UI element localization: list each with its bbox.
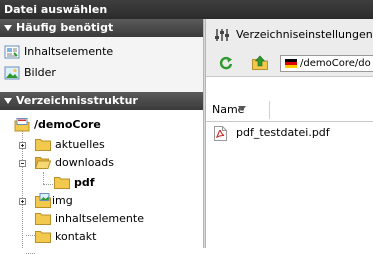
column-header-name[interactable]: Name bbox=[206, 98, 373, 122]
tree-node-downloads[interactable]: downloads bbox=[19, 154, 199, 172]
folder-icon bbox=[35, 213, 51, 225]
toolbar: Verzeichniseinstellungen /demoCore/do bbox=[206, 19, 373, 77]
sort-descending-icon bbox=[238, 106, 246, 111]
collapse-triangle-icon[interactable] bbox=[4, 98, 12, 104]
file-name: pdf_testdatei.pdf bbox=[236, 126, 330, 139]
tree-guide-line bbox=[43, 172, 44, 184]
right-pane: Verzeichniseinstellungen /demoCore/do Na… bbox=[206, 19, 373, 248]
directory-settings-label: Verzeichniseinstellungen bbox=[236, 28, 373, 41]
tree-node-aktuelles[interactable]: aktuelles bbox=[19, 136, 199, 154]
expand-plus-icon[interactable] bbox=[19, 142, 26, 149]
tree-root[interactable]: /demoCore bbox=[14, 116, 199, 134]
refresh-icon[interactable] bbox=[219, 56, 233, 70]
tree-node-label: inhaltselemente bbox=[55, 212, 144, 225]
pdf-file-icon bbox=[214, 126, 227, 141]
favorite-item-label: Bilder bbox=[24, 66, 56, 79]
favorites-list: Inhaltselemente Bilder bbox=[0, 37, 203, 94]
path-value: /demoCore/do bbox=[300, 58, 371, 69]
tree-root-label: /demoCore bbox=[34, 118, 101, 131]
tree-node-label: aktuelles bbox=[55, 138, 105, 151]
tree-node-label: img bbox=[52, 194, 73, 207]
tree-guide-line bbox=[43, 184, 53, 185]
column-separator[interactable] bbox=[269, 101, 270, 119]
tree-header-label: Verzeichnisstruktur bbox=[16, 94, 138, 107]
file-row[interactable]: pdf_testdatei.pdf bbox=[206, 122, 373, 144]
tree-node-img[interactable]: img bbox=[19, 192, 199, 210]
collapse-minus-icon[interactable] bbox=[19, 160, 26, 167]
tree-node-kontakt[interactable]: kontakt bbox=[35, 228, 200, 246]
tree-node-pdf[interactable]: pdf bbox=[54, 174, 194, 192]
collapse-triangle-icon[interactable] bbox=[4, 25, 12, 31]
open-folder-icon bbox=[35, 157, 51, 169]
images-icon bbox=[4, 66, 20, 80]
settings-sliders-icon bbox=[215, 29, 229, 41]
folder-up-icon[interactable] bbox=[252, 55, 268, 70]
tree-node-label: pdf bbox=[74, 176, 95, 189]
directory-tree: /demoCore aktuelles downloads pdf img in… bbox=[0, 110, 203, 254]
folder-icon bbox=[35, 231, 51, 243]
expand-plus-icon[interactable] bbox=[19, 198, 26, 205]
left-pane: Häufig benötigt Inhaltselemente Bilder V… bbox=[0, 19, 203, 254]
favorites-header[interactable]: Häufig benötigt bbox=[0, 19, 203, 37]
tree-guide-line bbox=[26, 235, 35, 236]
tree-header[interactable]: Verzeichnisstruktur bbox=[0, 92, 203, 110]
favorites-header-label: Häufig benötigt bbox=[16, 21, 114, 34]
path-input[interactable]: /demoCore/do bbox=[280, 55, 373, 72]
favorite-item-content-elements[interactable]: Inhaltselemente bbox=[4, 43, 194, 61]
german-flag-icon bbox=[285, 59, 297, 68]
tree-node-label: kontakt bbox=[55, 230, 97, 243]
tree-node-inhaltselemente[interactable]: inhaltselemente bbox=[35, 210, 200, 228]
directory-settings-button[interactable]: Verzeichniseinstellungen bbox=[214, 26, 373, 44]
image-folder-icon bbox=[35, 193, 51, 208]
window-title: Datei auswählen bbox=[0, 0, 373, 19]
tree-node-label: downloads bbox=[55, 156, 114, 169]
favorite-item-label: Inhaltselemente bbox=[24, 45, 114, 58]
favorite-item-images[interactable]: Bilder bbox=[4, 64, 194, 82]
folder-icon bbox=[35, 139, 51, 151]
content-elements-icon bbox=[4, 45, 20, 59]
folder-icon bbox=[54, 177, 70, 189]
site-root-icon bbox=[14, 118, 30, 132]
